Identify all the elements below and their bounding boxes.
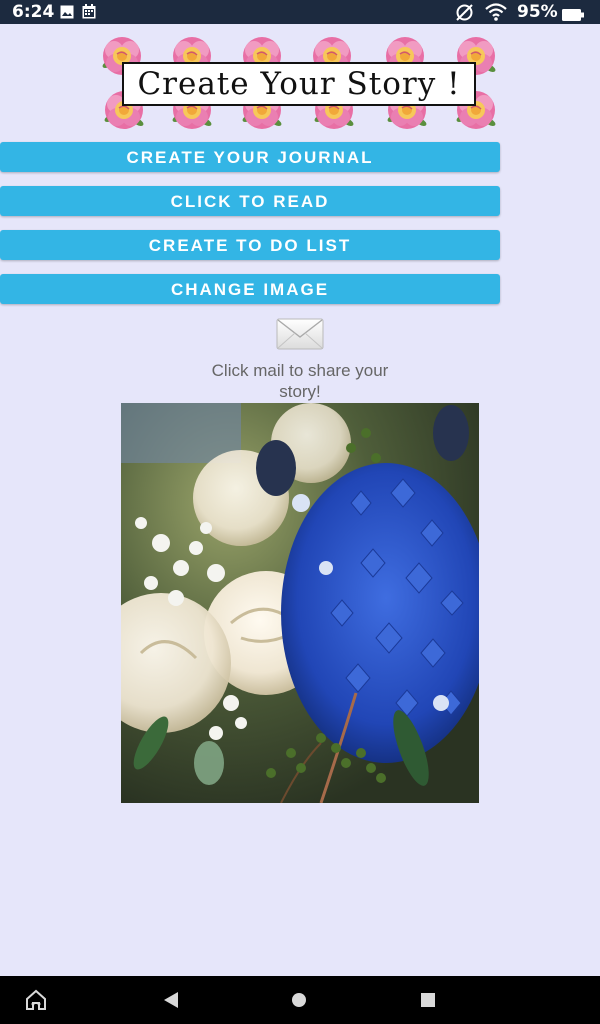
wifi-icon [485, 3, 507, 25]
status-time: 6:24 [12, 2, 55, 22]
create-todo-list-button[interactable]: CREATE TO DO LIST [0, 230, 500, 260]
page-title: Create Your Story ! [122, 62, 476, 106]
mail-icon[interactable] [276, 318, 324, 350]
home-circle-icon[interactable] [291, 992, 307, 1013]
home-icon[interactable] [24, 988, 48, 1017]
flower-bouquet-image [121, 403, 479, 803]
battery-icon [562, 6, 584, 25]
image-icon [60, 4, 74, 23]
create-journal-button[interactable]: CREATE YOUR JOURNAL [0, 142, 500, 172]
back-icon[interactable] [162, 991, 180, 1014]
navigation-bar [0, 976, 600, 1024]
header-banner: Create Your Story ! [100, 34, 500, 132]
no-sim-icon [455, 3, 474, 26]
click-to-read-button[interactable]: CLICK TO READ [0, 186, 500, 216]
recents-icon[interactable] [420, 992, 436, 1013]
calendar-icon [82, 4, 96, 23]
change-image-button[interactable]: CHANGE IMAGE [0, 274, 500, 304]
status-bar: 6:24 95% [0, 0, 600, 24]
share-instructions: Click mail to share your story! [211, 361, 389, 401]
battery-percentage: 95% [517, 2, 558, 22]
